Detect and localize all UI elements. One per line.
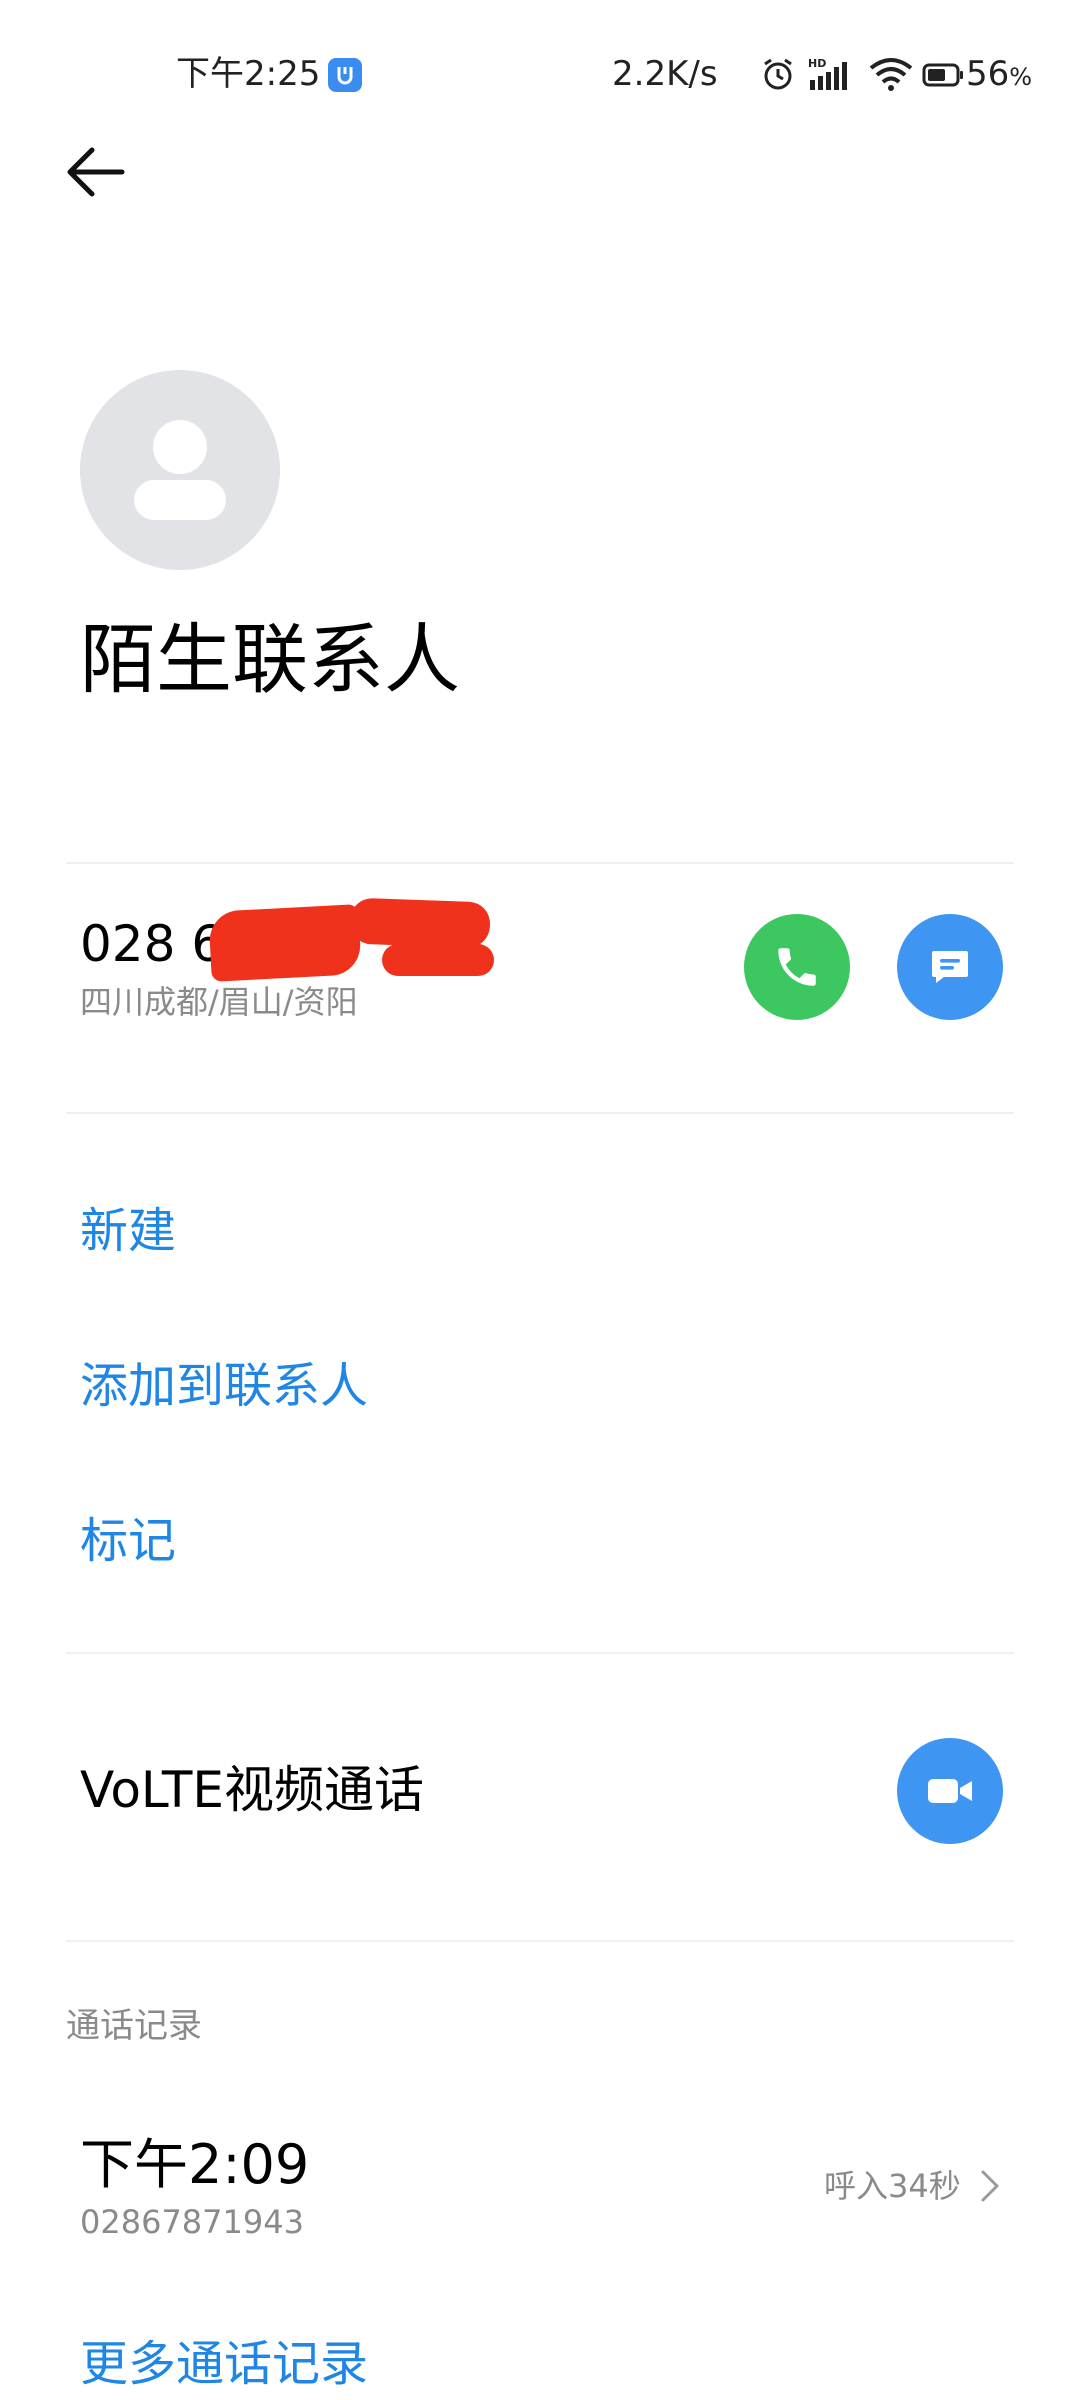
redaction-mark <box>208 904 362 982</box>
app-notification-icon <box>328 58 362 92</box>
status-time: 下午2:25 <box>176 54 321 94</box>
divider <box>66 1652 1014 1654</box>
phone-icon <box>778 948 816 986</box>
message-button[interactable] <box>897 914 1003 1020</box>
hd-signal-icon: HD <box>808 56 858 92</box>
back-arrow-icon <box>67 147 125 197</box>
call-log-number: 02867871943 <box>80 2203 304 2241</box>
call-button[interactable] <box>744 914 850 1020</box>
new-contact-button[interactable]: 新建 <box>80 1199 176 1263</box>
divider <box>66 862 1014 864</box>
phone-number[interactable]: 028 6 <box>80 912 223 976</box>
message-icon <box>932 951 968 983</box>
svg-text:HD: HD <box>808 57 826 70</box>
chevron-right-icon <box>975 2166 1005 2206</box>
video-call-button[interactable] <box>897 1738 1003 1844</box>
add-to-contacts-button[interactable]: 添加到联系人 <box>80 1354 368 1418</box>
divider <box>66 1112 1014 1114</box>
wifi-icon <box>868 56 914 92</box>
call-log-time: 下午2:09 <box>80 2133 310 2196</box>
mark-number-button[interactable]: 标记 <box>80 1509 176 1573</box>
person-icon <box>153 420 207 474</box>
volte-video-call-label: VoLTE视频通话 <box>80 1761 425 1819</box>
video-camera-icon <box>928 1779 972 1803</box>
redaction-mark <box>349 897 491 949</box>
battery-icon <box>922 56 964 92</box>
divider <box>66 1940 1014 1942</box>
network-speed: 2.2K/s <box>612 54 718 94</box>
more-call-logs-link[interactable]: 更多通话记录 <box>80 2332 368 2396</box>
battery-percent: 56% <box>966 54 1033 94</box>
back-button[interactable] <box>62 142 132 202</box>
battery-percent-unit: % <box>1009 63 1033 91</box>
person-icon-body <box>134 480 226 520</box>
phone-location: 四川成都/眉山/资阳 <box>80 983 358 1021</box>
alarm-icon <box>760 56 796 92</box>
call-log-status: 呼入34秒 <box>824 2167 961 2205</box>
redaction-mark <box>382 944 494 976</box>
call-log-section-title: 通话记录 <box>66 2006 202 2046</box>
contact-name: 陌生联系人 <box>80 615 460 704</box>
